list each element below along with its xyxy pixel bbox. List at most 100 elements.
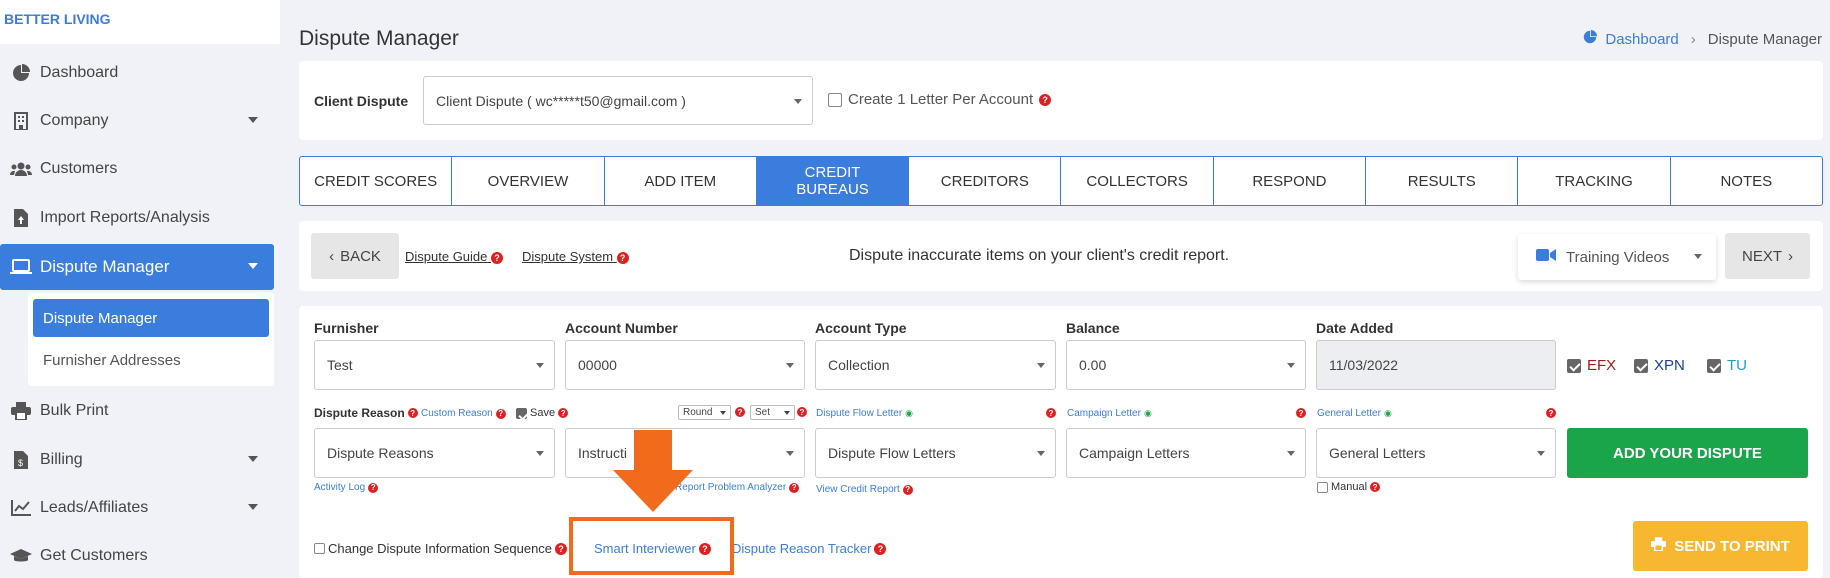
add-your-dispute-button[interactable]: ADD YOUR DISPUTE bbox=[1567, 428, 1808, 478]
activity-log-link[interactable]: Activity Log ? bbox=[314, 482, 379, 493]
sidebar-item-import-reports[interactable]: Import Reports/Analysis bbox=[0, 195, 274, 241]
tab-tracking[interactable]: TRACKING bbox=[1518, 157, 1671, 205]
print-icon bbox=[10, 400, 32, 422]
eye-icon: ◉ bbox=[1143, 408, 1152, 418]
change-sequence-checkbox[interactable] bbox=[314, 543, 325, 554]
dispute-form-card: Furnisher Account Number Account Type Ba… bbox=[299, 306, 1823, 578]
submenu-item-dispute-manager[interactable]: Dispute Manager bbox=[33, 299, 269, 337]
next-label: NEXT bbox=[1741, 247, 1782, 265]
round-select[interactable]: Round bbox=[678, 405, 731, 420]
campaign-letter-label: Campaign Letter bbox=[1067, 408, 1141, 419]
dispute-guide-link[interactable]: Dispute Guide ? bbox=[405, 249, 504, 264]
view-credit-report-link[interactable]: View Credit Report ? bbox=[816, 484, 913, 495]
client-dispute-select[interactable]: Client Dispute ( wc*****t50@gmail.com ) bbox=[423, 76, 813, 125]
save-checkbox[interactable] bbox=[516, 407, 527, 419]
help-icon[interactable]: ? bbox=[789, 482, 800, 493]
training-videos-dropdown[interactable]: Training Videos bbox=[1518, 234, 1716, 280]
account-number-select[interactable]: 00000 bbox=[565, 340, 805, 390]
campaign-letters-select[interactable]: Campaign Letters bbox=[1066, 428, 1306, 478]
tab-notes[interactable]: NOTES bbox=[1671, 157, 1822, 205]
sidebar-item-label: Leads/Affiliates bbox=[40, 499, 149, 516]
tab-results[interactable]: RESULTS bbox=[1366, 157, 1519, 205]
dispute-flow-letter-link[interactable]: Dispute Flow Letter ◉ bbox=[816, 408, 913, 419]
furnisher-select[interactable]: Test bbox=[314, 340, 555, 390]
dispute-reasons-select[interactable]: Dispute Reasons bbox=[314, 428, 555, 478]
efx-option: EFX bbox=[1567, 357, 1616, 374]
tab-add-item[interactable]: ADD ITEM bbox=[605, 157, 757, 205]
next-button[interactable]: NEXT › bbox=[1725, 233, 1810, 279]
sidebar-item-get-customers[interactable]: Get Customers bbox=[0, 533, 274, 578]
file-upload-icon bbox=[10, 207, 32, 229]
dispute-flow-letters-select[interactable]: Dispute Flow Letters bbox=[815, 428, 1056, 478]
help-icon[interactable]: ? bbox=[1370, 482, 1381, 492]
help-icon[interactable]: ? bbox=[735, 407, 745, 417]
set-select[interactable]: Set bbox=[750, 405, 795, 420]
tab-overview[interactable]: OVERVIEW bbox=[452, 157, 605, 205]
create-one-letter-option: Create 1 Letter Per Account ? bbox=[828, 91, 1052, 108]
dispute-reason-tracker-link[interactable]: Dispute Reason Tracker ? bbox=[732, 541, 887, 556]
help-icon[interactable]: ? bbox=[874, 542, 887, 555]
help-icon[interactable]: ? bbox=[616, 251, 629, 264]
xpn-label: XPN bbox=[1654, 357, 1685, 374]
set-value: Set bbox=[755, 407, 771, 418]
balance-select[interactable]: 0.00 bbox=[1066, 340, 1306, 390]
sidebar-item-label: Get Customers bbox=[40, 547, 148, 564]
chevron-down-icon bbox=[248, 117, 258, 123]
manual-checkbox[interactable] bbox=[1317, 481, 1328, 493]
custom-reason-link[interactable]: Custom Reason ? bbox=[421, 408, 506, 419]
client-dispute-label: Client Dispute bbox=[314, 93, 409, 109]
general-letters-select[interactable]: General Letters bbox=[1316, 428, 1556, 478]
tab-creditors[interactable]: CREDITORS bbox=[909, 157, 1062, 205]
report-problem-analyzer-link[interactable]: Report Problem Analyzer ? bbox=[675, 482, 800, 493]
help-icon[interactable]: ? bbox=[495, 408, 506, 419]
video-camera-icon bbox=[1536, 248, 1556, 266]
tab-credit-scores[interactable]: CREDIT SCORES bbox=[300, 157, 453, 205]
tab-collectors[interactable]: COLLECTORS bbox=[1061, 157, 1214, 205]
help-icon[interactable]: ? bbox=[1546, 408, 1556, 418]
help-icon[interactable]: ? bbox=[1046, 408, 1056, 418]
sidebar-item-leads-affiliates[interactable]: Leads/Affiliates bbox=[0, 485, 274, 531]
help-icon[interactable]: ? bbox=[368, 482, 379, 493]
sidebar-item-billing[interactable]: $ Billing bbox=[0, 437, 274, 483]
sidebar-item-label: Company bbox=[40, 112, 109, 129]
sidebar-item-dashboard[interactable]: Dashboard bbox=[0, 50, 274, 96]
breadcrumb-home-link[interactable]: Dashboard bbox=[1605, 31, 1678, 48]
help-icon[interactable]: ? bbox=[797, 407, 807, 417]
chevron-down-icon bbox=[1694, 254, 1702, 259]
help-icon[interactable]: ? bbox=[1296, 408, 1306, 418]
create-one-letter-checkbox[interactable] bbox=[828, 92, 842, 107]
campaign-letter-link[interactable]: Campaign Letter ◉ bbox=[1067, 408, 1152, 419]
account-type-select[interactable]: Collection bbox=[815, 340, 1056, 390]
tab-respond[interactable]: RESPOND bbox=[1214, 157, 1367, 205]
help-icon[interactable]: ? bbox=[1039, 93, 1052, 106]
xpn-checkbox[interactable] bbox=[1634, 358, 1648, 373]
dispute-system-label: Dispute System bbox=[522, 249, 614, 264]
sidebar-item-customers[interactable]: Customers bbox=[0, 146, 274, 192]
sidebar-item-bulk-print[interactable]: Bulk Print bbox=[0, 388, 274, 434]
send-to-print-button[interactable]: SEND TO PRINT bbox=[1633, 521, 1808, 571]
furnisher-value: Test bbox=[327, 357, 353, 373]
efx-checkbox[interactable] bbox=[1567, 358, 1581, 373]
chevron-down-icon bbox=[1287, 363, 1295, 368]
chevron-down-icon bbox=[786, 363, 794, 368]
dispute-system-link[interactable]: Dispute System ? bbox=[522, 249, 629, 264]
balance-label: Balance bbox=[1066, 320, 1120, 336]
account-number-label: Account Number bbox=[565, 320, 678, 336]
help-icon[interactable]: ? bbox=[491, 251, 504, 264]
tab-credit-bureaus[interactable]: CREDIT BUREAUS bbox=[756, 157, 910, 205]
action-bar-description: Dispute inaccurate items on your client'… bbox=[849, 247, 1230, 264]
round-value: Round bbox=[683, 407, 713, 418]
sidebar-item-dispute-manager[interactable]: Dispute Manager bbox=[0, 244, 274, 290]
help-icon[interactable]: ? bbox=[555, 542, 568, 555]
general-letter-link[interactable]: General Letter ◉ bbox=[1317, 408, 1392, 419]
back-button[interactable]: ‹ BACK bbox=[311, 233, 399, 279]
sidebar-item-company[interactable]: Company bbox=[0, 98, 274, 144]
dispute-flow-letter-label: Dispute Flow Letter bbox=[816, 408, 903, 419]
help-icon[interactable]: ? bbox=[407, 408, 418, 418]
help-icon[interactable]: ? bbox=[558, 408, 569, 418]
tu-checkbox[interactable] bbox=[1707, 358, 1721, 373]
dispute-reason-label: Dispute Reason bbox=[314, 406, 405, 420]
submenu-item-furnisher-addresses[interactable]: Furnisher Addresses bbox=[33, 341, 269, 379]
help-icon[interactable]: ? bbox=[902, 484, 913, 495]
save-label: Save bbox=[530, 407, 556, 419]
